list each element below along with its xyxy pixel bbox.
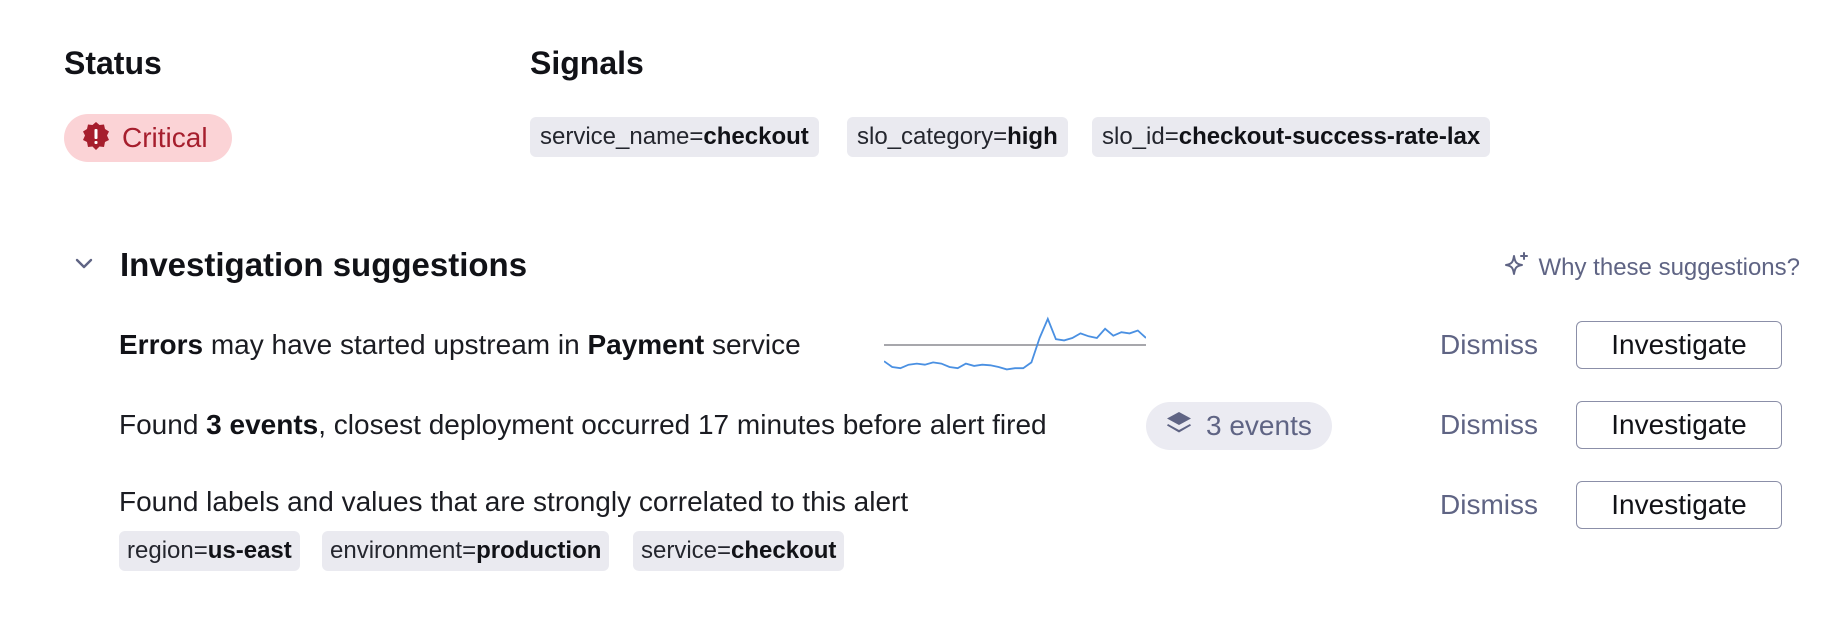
- why-suggestions-label: Why these suggestions?: [1538, 253, 1800, 281]
- status-badge: Critical: [64, 114, 232, 162]
- signal-pill-service-name: service_name= checkout: [530, 117, 819, 157]
- dismiss-button[interactable]: Dismiss: [1440, 329, 1538, 361]
- label-pill-environment: environment= production: [322, 531, 610, 571]
- layers-icon: [1164, 408, 1206, 445]
- alert-seal-icon: [80, 120, 112, 157]
- investigate-button[interactable]: Investigate: [1576, 481, 1782, 529]
- dismiss-button[interactable]: Dismiss: [1440, 489, 1538, 521]
- signal-value: high: [1007, 123, 1058, 150]
- signal-pill-slo-category: slo_category= high: [847, 117, 1068, 157]
- events-chip[interactable]: 3 events: [1146, 402, 1332, 450]
- investigate-button[interactable]: Investigate: [1576, 321, 1782, 369]
- label-pill-service: service= checkout: [633, 531, 845, 571]
- error-sparkline: [884, 316, 1146, 371]
- investigation-title: Investigation suggestions: [120, 246, 528, 283]
- signals-heading: Signals: [530, 45, 644, 81]
- dismiss-button[interactable]: Dismiss: [1440, 409, 1538, 441]
- suggestion-text-correlated-labels: Found labels and values that are strongl…: [119, 486, 909, 517]
- investigate-button[interactable]: Investigate: [1576, 401, 1782, 449]
- events-chip-label: 3 events: [1206, 410, 1312, 441]
- sparkle-icon: [1503, 250, 1539, 285]
- signal-key: slo_category=: [857, 123, 1008, 150]
- signal-key: slo_id=: [1102, 123, 1179, 150]
- status-heading: Status: [64, 45, 162, 81]
- signal-value: checkout-success-rate-lax: [1178, 123, 1481, 150]
- label-pill-region: region= us-east: [119, 531, 300, 571]
- signal-pill-slo-id: slo_id= checkout-success-rate-lax: [1092, 117, 1491, 157]
- signal-value: checkout: [703, 123, 809, 150]
- status-badge-label: Critical: [122, 122, 208, 153]
- suggestion-text-deployment-events: Found 3 events, closest deployment occur…: [119, 409, 1047, 440]
- why-suggestions-link[interactable]: Why these suggestions?: [1503, 250, 1800, 285]
- error-series-line: [884, 316, 1146, 371]
- suggestion-text-upstream-errors: Errors may have started upstream in Paym…: [119, 329, 801, 360]
- chevron-down-icon[interactable]: [72, 252, 96, 276]
- signal-key: service_name=: [540, 123, 704, 150]
